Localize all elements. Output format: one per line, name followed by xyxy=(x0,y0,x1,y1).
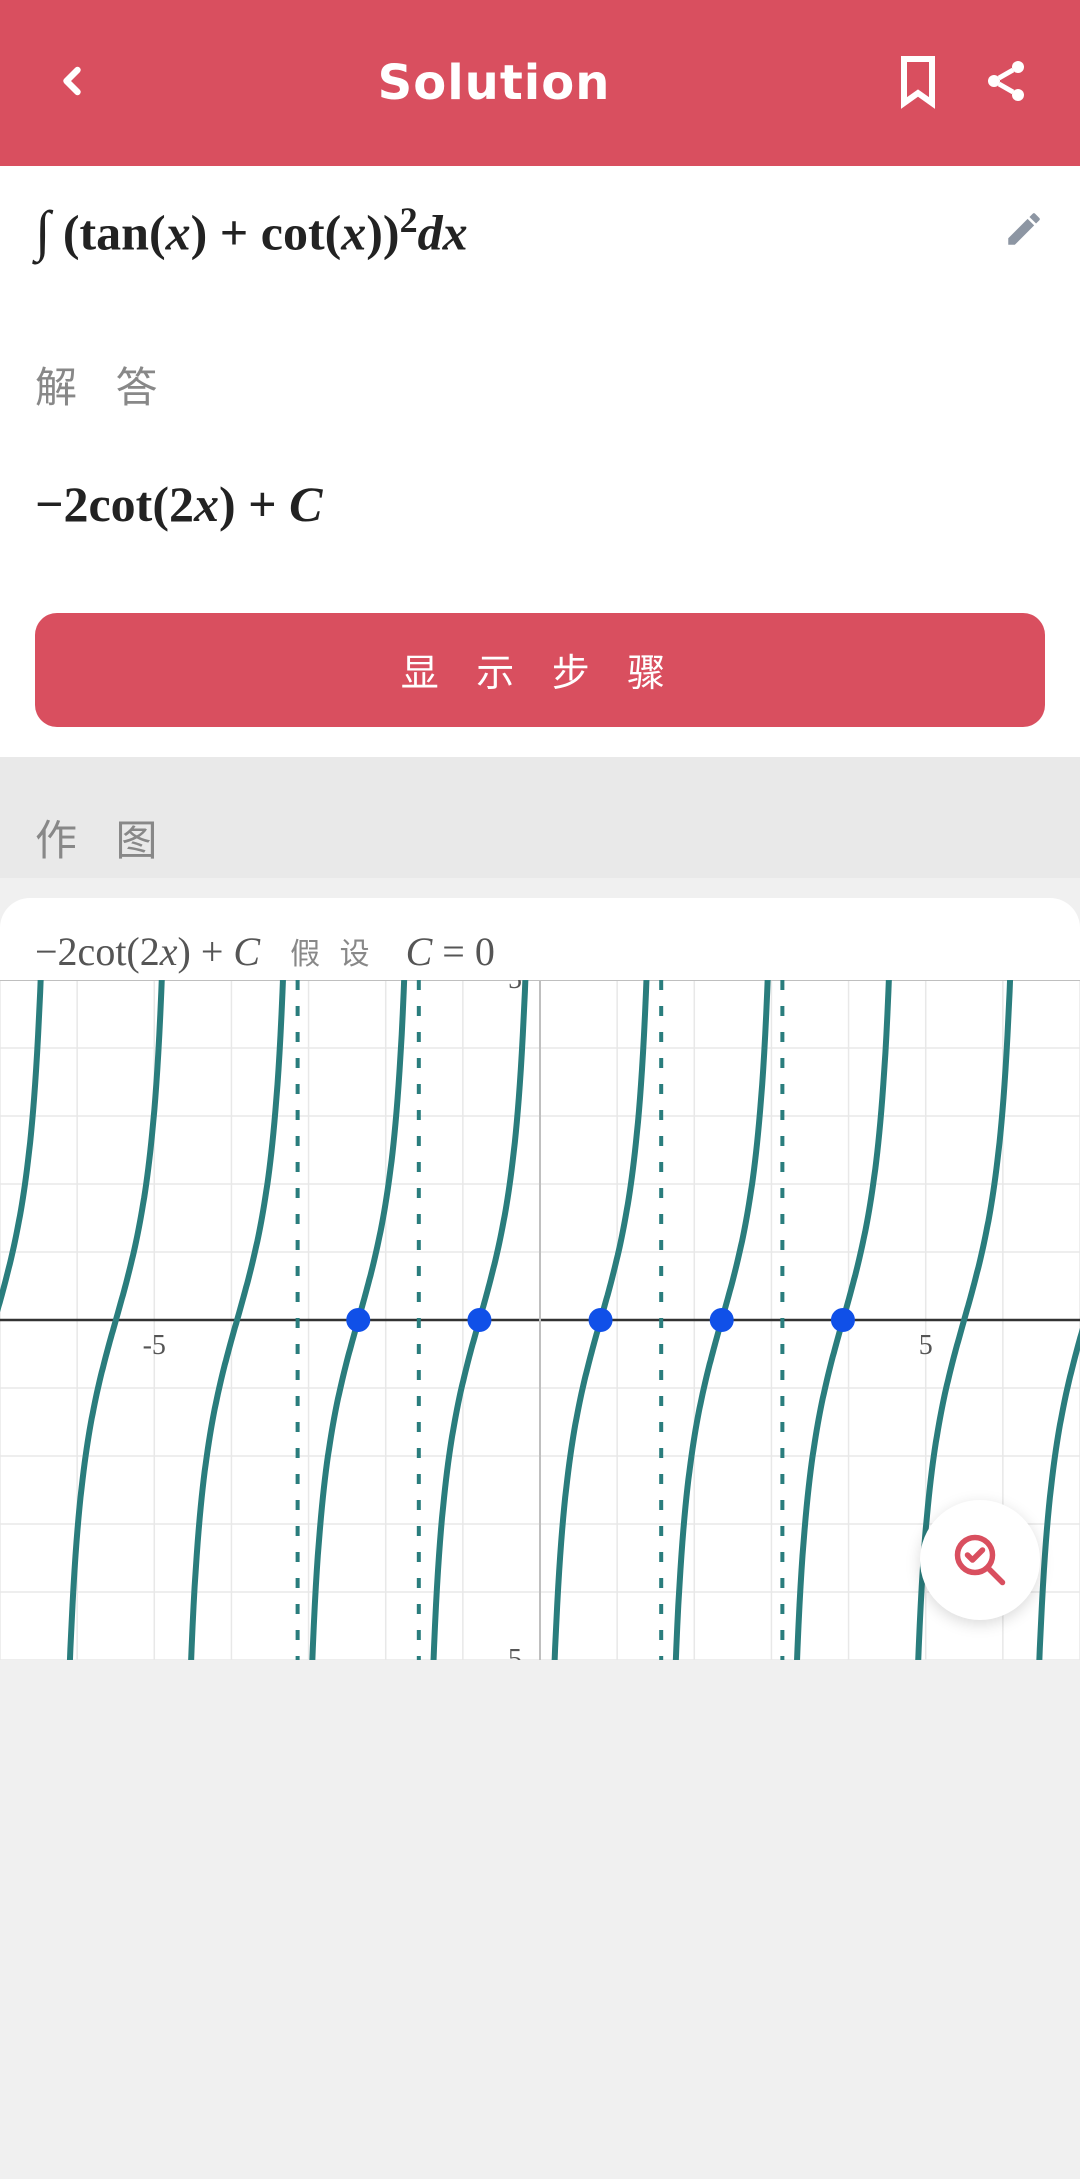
graph-section-label: 作 图 xyxy=(0,757,1080,878)
svg-text:5: 5 xyxy=(919,1330,933,1361)
edit-icon[interactable] xyxy=(1003,208,1045,254)
problem-formula: ∫ (tan(x) + cot(x))2dx xyxy=(35,199,468,264)
svg-text:5: 5 xyxy=(508,980,522,995)
svg-text:-5: -5 xyxy=(499,1644,522,1660)
svg-text:-5: -5 xyxy=(143,1330,166,1361)
graph-card: −2cot(2x) + C 假 设 C = 0 -5 5 -5 5 xyxy=(0,898,1080,1660)
zoom-button[interactable] xyxy=(920,1500,1040,1620)
share-icon[interactable] xyxy=(982,57,1030,109)
bookmark-icon[interactable] xyxy=(894,52,942,114)
function-plot[interactable]: -5 5 -5 5 xyxy=(0,980,1080,1660)
solution-label: 解 答 xyxy=(35,354,1045,415)
graph-function: −2cot(2x) + C xyxy=(35,928,260,975)
show-steps-button[interactable]: 显 示 步 骤 xyxy=(35,613,1045,727)
page-title: Solution xyxy=(94,55,894,111)
graph-constant: C = 0 xyxy=(406,928,495,975)
back-icon[interactable] xyxy=(50,59,94,107)
app-header: Solution xyxy=(0,0,1080,166)
solution-answer: −2cot(2x) + C xyxy=(35,475,1045,533)
graph-assume-label: 假 设 xyxy=(290,929,376,973)
solution-card: ∫ (tan(x) + cot(x))2dx 解 答 −2cot(2x) + C… xyxy=(0,166,1080,757)
